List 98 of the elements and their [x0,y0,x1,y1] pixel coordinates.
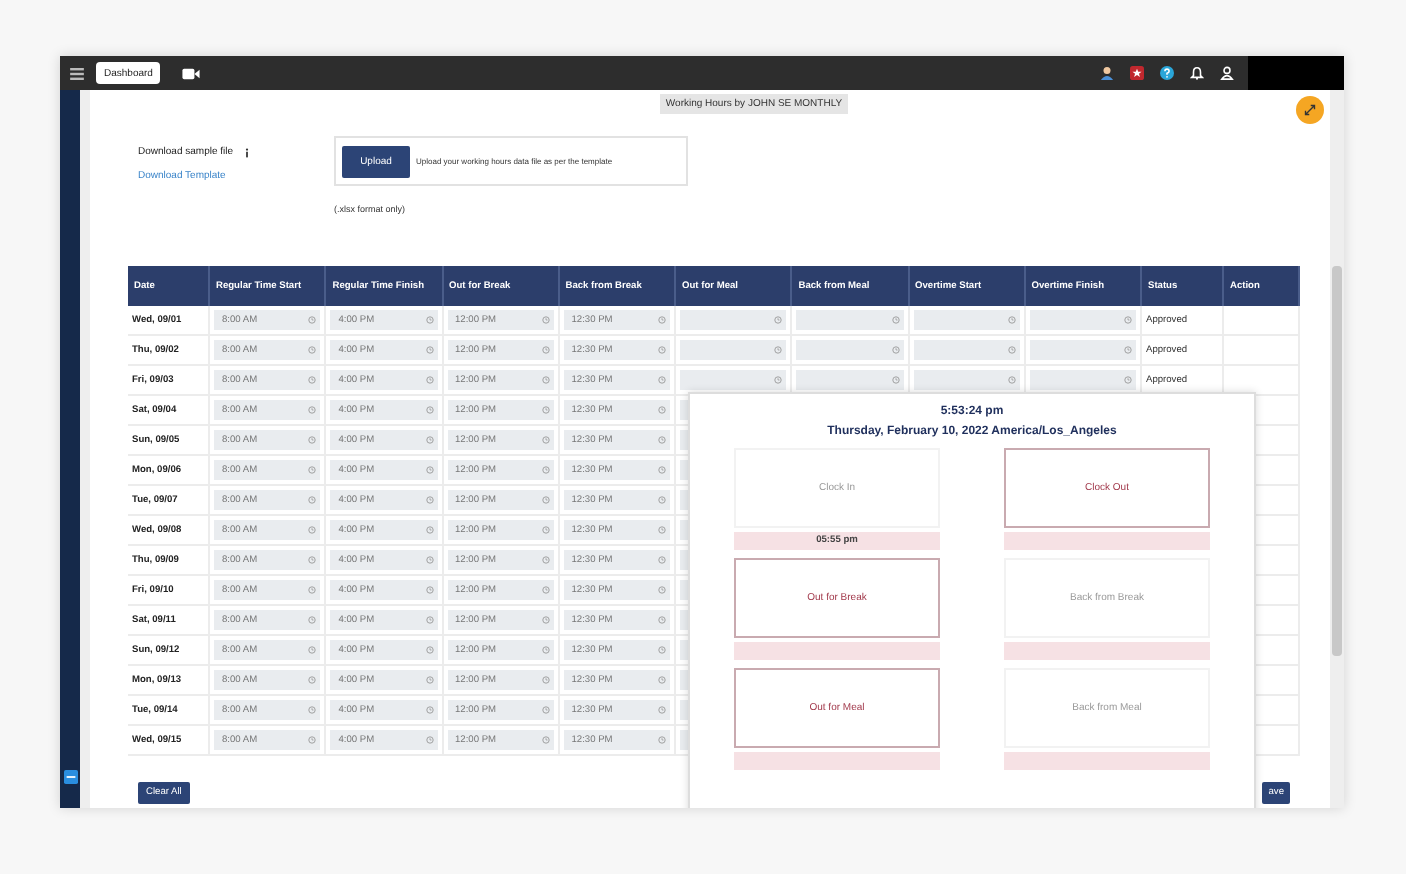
clock-icon[interactable] [774,376,783,384]
clock-icon[interactable] [541,466,550,474]
time-field[interactable] [680,310,787,330]
clock-icon[interactable] [308,406,317,414]
clock-icon[interactable] [425,706,433,714]
clock-icon[interactable] [541,376,550,384]
expand-icon [1304,104,1316,116]
bell-icon[interactable] [1190,66,1204,80]
clock-icon[interactable] [658,526,666,534]
clock-icon[interactable] [425,616,433,624]
clock-icon[interactable] [658,646,666,654]
clock-icon[interactable] [541,406,550,414]
clock-icon[interactable] [308,376,317,384]
clock-icon[interactable] [541,706,550,714]
time-field[interactable] [1029,340,1136,360]
clock-icon[interactable] [425,736,433,744]
help-icon[interactable] [1160,66,1174,80]
clock-icon[interactable] [658,406,666,414]
clock-icon[interactable] [425,376,433,384]
clock-icon[interactable] [658,436,666,444]
clock-icon[interactable] [425,586,433,594]
clock-icon[interactable] [308,466,317,474]
clock-icon[interactable] [425,346,433,354]
menu-icon[interactable] [70,67,84,79]
clock-icon[interactable] [308,526,317,534]
time-field[interactable] [1029,310,1136,330]
clock-icon[interactable] [308,556,317,564]
clock-icon[interactable] [1007,316,1016,324]
clock-icon[interactable] [658,376,666,384]
time-field[interactable] [913,370,1020,390]
clock-icon[interactable] [541,316,550,324]
clock-icon[interactable] [541,526,550,534]
video-camera-icon[interactable] [182,67,201,79]
clock-icon[interactable] [425,316,433,324]
scrollbar[interactable] [1330,90,1344,808]
clock-icon[interactable] [425,526,433,534]
clock-icon[interactable] [891,376,899,384]
clock-icon[interactable] [541,556,550,564]
clock-icon[interactable] [425,556,433,564]
clock-icon[interactable] [1124,346,1132,354]
info-icon[interactable] [243,147,250,157]
time-field[interactable] [680,340,787,360]
time-field[interactable] [913,310,1020,330]
star-badge-icon[interactable] [1130,66,1144,80]
clock-icon[interactable] [658,736,666,744]
clock-icon[interactable] [308,676,317,684]
clock-icon[interactable] [425,406,433,414]
clock-icon[interactable] [308,436,317,444]
clock-icon[interactable] [891,346,899,354]
clock-icon[interactable] [541,616,550,624]
clock-icon[interactable] [308,736,317,744]
time-field[interactable] [796,310,903,330]
clock-icon[interactable] [425,646,433,654]
clock-icon[interactable] [541,346,550,354]
clock-icon[interactable] [658,316,666,324]
redacted-area [1248,56,1344,90]
clock-icon[interactable] [308,316,317,324]
time-field[interactable] [913,340,1020,360]
clock-icon[interactable] [308,586,317,594]
clock-icon[interactable] [658,586,666,594]
clock-icon[interactable] [425,496,433,504]
clock-icon[interactable] [541,586,550,594]
clock-icon[interactable] [541,496,550,504]
clock-icon[interactable] [425,466,433,474]
time-field[interactable] [1029,370,1136,390]
clock-icon[interactable] [658,556,666,564]
clock-icon[interactable] [1124,376,1132,384]
clock-icon[interactable] [658,466,666,474]
clock-icon[interactable] [658,616,666,624]
clock-icon[interactable] [658,676,666,684]
clock-icon[interactable] [658,496,666,504]
clock-icon[interactable] [1124,316,1132,324]
clock-icon[interactable] [774,316,783,324]
clock-icon[interactable] [891,316,899,324]
scrollbar-thumb[interactable] [1332,266,1342,656]
clock-icon[interactable] [541,436,550,444]
clock-icon[interactable] [308,616,317,624]
time-field[interactable] [796,340,903,360]
user-icon[interactable] [1220,66,1234,80]
clock-icon[interactable] [308,706,317,714]
clock-icon[interactable] [541,736,550,744]
clock-icon[interactable] [658,346,666,354]
clock-icon[interactable] [774,346,783,354]
clock-icon[interactable] [1007,346,1016,354]
clock-icon[interactable] [308,646,317,654]
clock-icon[interactable] [541,676,550,684]
time-field[interactable] [680,370,787,390]
clock-icon[interactable] [658,706,666,714]
expand-button[interactable] [1296,96,1324,124]
avatar-icon[interactable] [1100,66,1114,80]
clock-icon[interactable] [1007,376,1016,384]
clock-icon[interactable] [541,646,550,654]
chat-icon[interactable] [63,770,77,784]
clock-icon[interactable] [425,676,433,684]
time-field[interactable] [796,370,903,390]
clock-icon[interactable] [425,436,433,444]
clock-icon[interactable] [308,496,317,504]
clock-icon[interactable] [308,346,317,354]
